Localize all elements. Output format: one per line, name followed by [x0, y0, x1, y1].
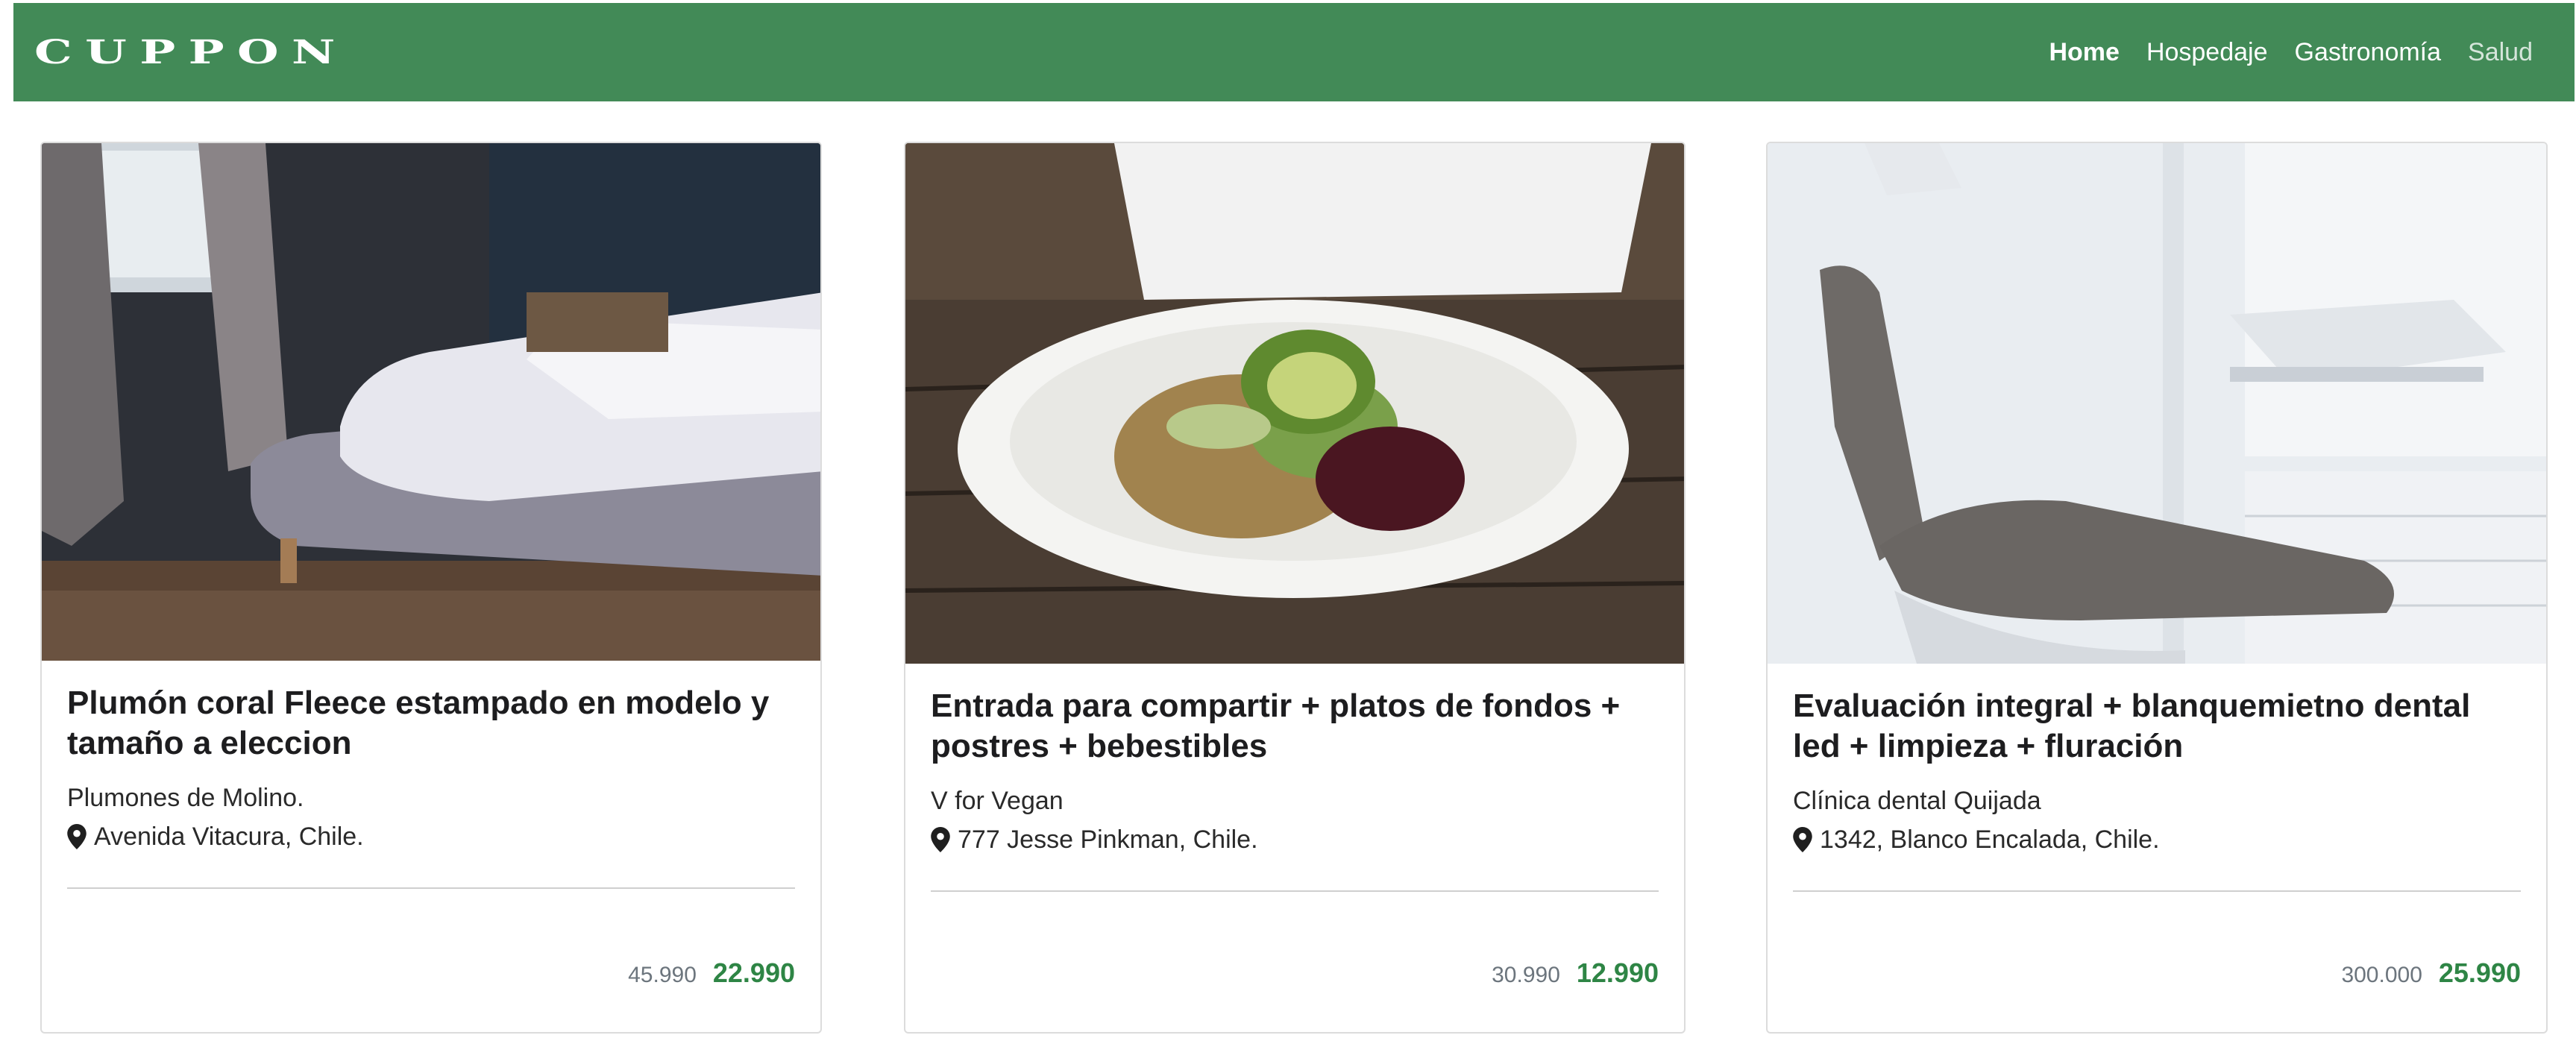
- deal-image-bedroom[interactable]: [42, 143, 820, 661]
- nav-salud-link[interactable]: Salud: [2468, 38, 2533, 67]
- map-marker-icon: [931, 827, 950, 852]
- deal-card-3[interactable]: Evaluación integral + blanquemietno dent…: [1766, 142, 2548, 1034]
- nav-gastronomia-link[interactable]: Gastronomía: [2295, 38, 2442, 67]
- location-line: Avenida Vitacura, Chile.: [67, 817, 795, 856]
- divider: [67, 887, 795, 889]
- discount-price: 12.990: [1576, 957, 1659, 988]
- salad-plate-photo: [905, 143, 1684, 664]
- deal-title[interactable]: Evaluación integral + blanquemietno dent…: [1793, 686, 2521, 767]
- deal-image-dental[interactable]: [1768, 143, 2546, 664]
- original-price: 45.990: [628, 963, 697, 987]
- original-price: 300.000: [2341, 963, 2422, 987]
- location-text: Avenida Vitacura, Chile.: [94, 822, 364, 851]
- divider: [1793, 890, 2521, 892]
- deal-card-2[interactable]: Entrada para compartir + platos de fondo…: [904, 142, 1686, 1034]
- merchant-name: Plumones de Molino.: [67, 784, 304, 812]
- main-nav: Home Hospedaje Gastronomía Salud: [2022, 38, 2533, 67]
- map-marker-icon: [67, 824, 87, 849]
- price-block: 45.990 22.990: [628, 957, 795, 989]
- location-line: 777 Jesse Pinkman, Chile.: [931, 820, 1659, 859]
- deal-image-food[interactable]: [905, 143, 1684, 664]
- location-text: 1342, Blanco Encalada, Chile.: [1820, 825, 2160, 854]
- merchant-name: Clínica dental Quijada: [1793, 787, 2041, 815]
- deal-title[interactable]: Plumón coral Fleece estampado en modelo …: [67, 683, 795, 764]
- discount-price: 25.990: [2438, 957, 2521, 988]
- merchant-name: V for Vegan: [931, 787, 1064, 815]
- location-line: 1342, Blanco Encalada, Chile.: [1793, 820, 2521, 859]
- deal-title[interactable]: Entrada para compartir + platos de fondo…: [931, 686, 1659, 767]
- bedroom-photo: [42, 143, 820, 661]
- original-price: 30.990: [1492, 963, 1560, 987]
- location-text: 777 Jesse Pinkman, Chile.: [958, 825, 1258, 854]
- price-block: 300.000 25.990: [2341, 957, 2521, 989]
- nav-hospedaje-link[interactable]: Hospedaje: [2146, 38, 2268, 67]
- nav-home-link[interactable]: Home: [2049, 38, 2119, 67]
- map-marker-icon: [1793, 827, 1812, 852]
- deal-card-1[interactable]: Plumón coral Fleece estampado en modelo …: [40, 142, 822, 1034]
- discount-price: 22.990: [712, 957, 795, 988]
- dental-chair-photo: [1768, 143, 2546, 664]
- top-navbar: CUPPON Home Hospedaje Gastronomía Salud: [13, 3, 2575, 101]
- price-block: 30.990 12.990: [1492, 957, 1659, 989]
- brand-logo[interactable]: CUPPON: [34, 34, 348, 72]
- divider: [931, 890, 1659, 892]
